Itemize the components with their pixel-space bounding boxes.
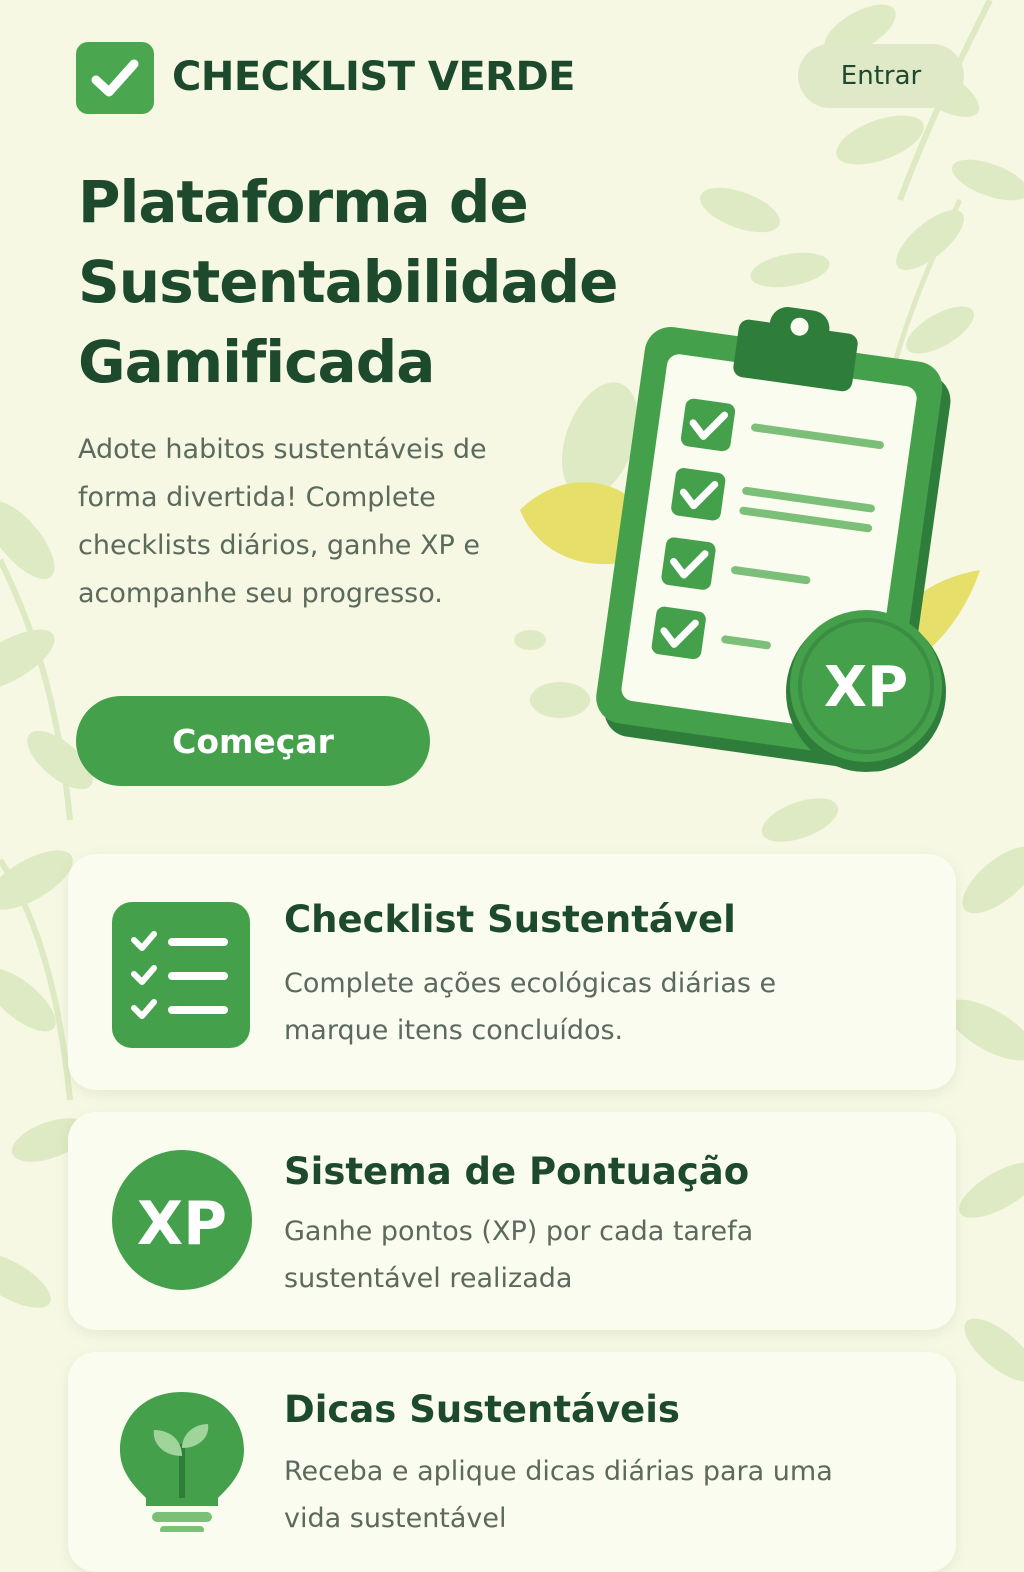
xp-badge-icon: XP bbox=[112, 1150, 252, 1290]
hero-description: Adote habitos sustentáveis de forma dive… bbox=[78, 434, 487, 609]
lightbulb-leaf-icon bbox=[120, 1392, 244, 1532]
hero-title-line: Plataforma de bbox=[78, 168, 529, 236]
login-button[interactable]: Entrar bbox=[798, 44, 964, 108]
feature-description: Complete ações ecológicas diárias e marq… bbox=[284, 968, 777, 1046]
feature-title: Sistema de Pontuação bbox=[284, 1150, 750, 1193]
xp-badge-text: XP bbox=[137, 1189, 227, 1259]
feature-card-tips[interactable]: Dicas Sustentáveis Receba e aplique dica… bbox=[68, 1352, 956, 1572]
feature-title: Checklist Sustentável bbox=[284, 898, 736, 941]
feature-description: Receba e aplique dicas diárias para uma … bbox=[284, 1456, 833, 1534]
hero-title-line: Gamificada bbox=[78, 328, 435, 396]
hero-title: Plataforma de Sustentabilidade Gamificad… bbox=[78, 162, 718, 402]
start-button[interactable]: Começar bbox=[76, 696, 430, 786]
feature-card-checklist[interactable]: Checklist Sustentável Complete ações eco… bbox=[68, 854, 956, 1090]
brand-name: CHECKLIST VERDE bbox=[172, 54, 576, 100]
hero-title-line: Sustentabilidade bbox=[78, 248, 618, 316]
xp-coin-text: XP bbox=[824, 655, 908, 720]
feature-description: Ganhe pontos (XP) por cada tarefa susten… bbox=[284, 1216, 754, 1294]
feature-title: Dicas Sustentáveis bbox=[284, 1388, 680, 1431]
feature-card-points[interactable]: XP Sistema de Pontuação Ganhe pontos (XP… bbox=[68, 1112, 956, 1330]
header: CHECKLIST VERDE Entrar bbox=[76, 42, 964, 114]
checkmark-logo-icon bbox=[76, 42, 154, 114]
checklist-icon bbox=[112, 902, 250, 1048]
